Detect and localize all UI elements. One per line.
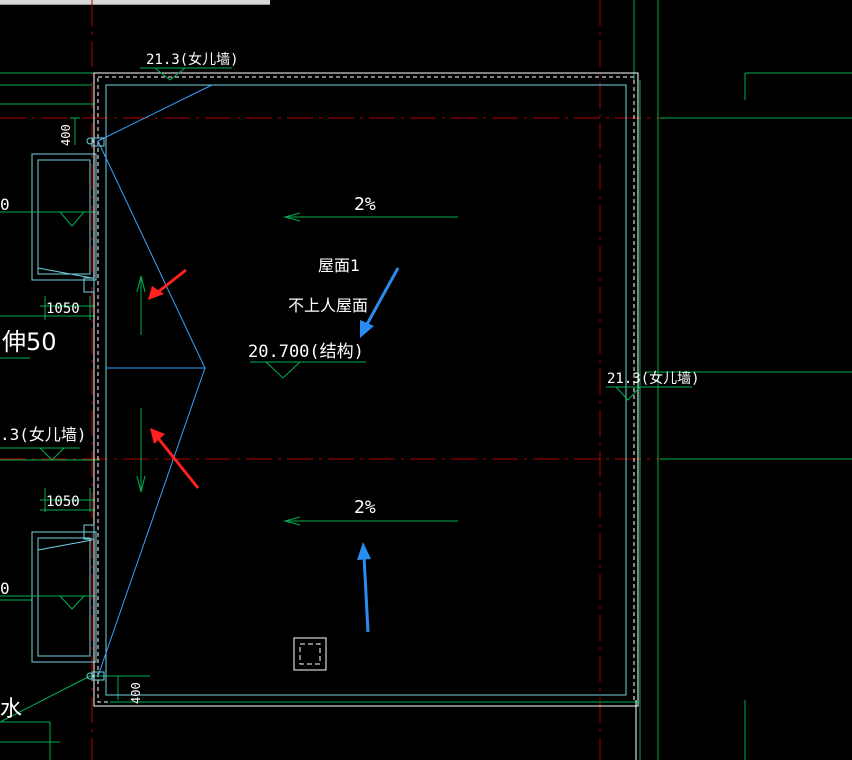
dimension-400-bottom: 400 xyxy=(129,682,143,704)
parapet-walls xyxy=(93,72,641,760)
drainage-ridge-lines xyxy=(97,84,213,677)
left-fragment-extend: 伸50 xyxy=(2,328,57,356)
left-boxes xyxy=(31,153,97,663)
elevation-label: 20.700(结构) xyxy=(248,342,364,362)
left-fragment-text-1: 0 xyxy=(0,195,10,214)
dimension-400-top: 400 xyxy=(59,124,73,146)
dimension-1050-top: 1050 xyxy=(46,301,80,317)
slope-label-bottom: 2% xyxy=(354,497,376,518)
roof-hatch xyxy=(293,637,327,671)
parapet-label-top: 21.3(女儿墙) xyxy=(146,51,239,68)
roof-name: 屋面1 xyxy=(318,256,360,275)
blue-arrow-lower-head xyxy=(357,542,371,560)
blue-arrow-upper xyxy=(364,267,400,327)
axis-grid xyxy=(0,0,852,760)
parapet-label-right: 21.3(女儿墙) xyxy=(607,370,700,387)
roof-type: 不上人屋面 xyxy=(288,296,368,315)
blue-annotation-arrows xyxy=(357,267,400,633)
dimension-1050-bottom: 1050 xyxy=(46,494,80,510)
left-level-marks xyxy=(0,117,150,723)
slope-arrows xyxy=(136,212,458,526)
red-annotation-arrows xyxy=(148,268,200,489)
left-fragment-water: 水 xyxy=(0,697,22,722)
left-fragment-text-2: 0 xyxy=(0,579,10,598)
cad-drawing-canvas[interactable]: 21.3(女儿墙) 21.3(女儿墙) .3(女儿墙) 2% 2% 屋面1 不上… xyxy=(0,0,852,760)
building-green-lines xyxy=(0,0,852,760)
blue-arrow-lower xyxy=(362,555,370,633)
parapet-label-left: .3(女儿墙) xyxy=(0,425,87,444)
slope-label-top: 2% xyxy=(354,194,376,215)
red-arrow-upper xyxy=(157,268,187,294)
